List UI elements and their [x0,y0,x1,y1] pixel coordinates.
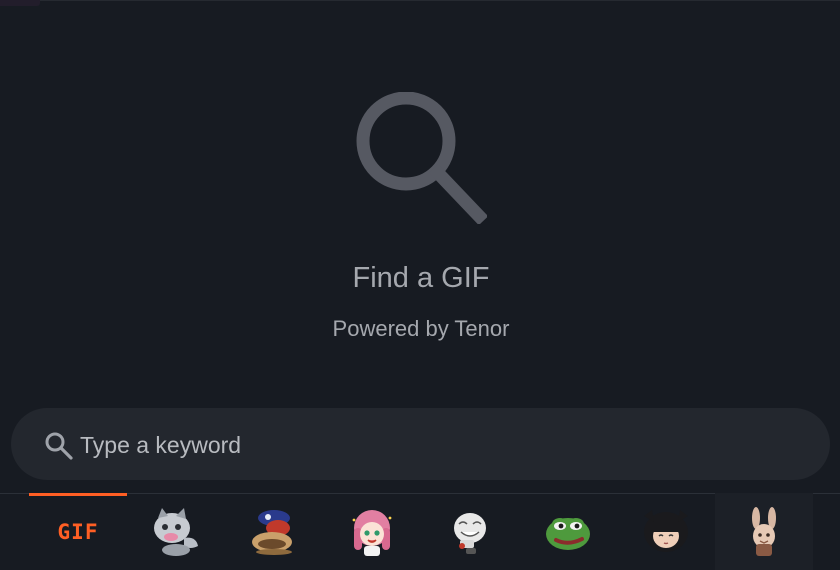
empty-state-subtitle: Powered by Tenor [332,316,510,341]
troll-face-sticker-icon [454,512,486,554]
sticker-cat-face[interactable] [127,493,225,570]
empty-state-title: Find a GIF [352,262,490,294]
sticker-anime-girl-dark-hair[interactable] [617,493,715,570]
gif-search-input[interactable] [78,422,802,468]
tab-gif[interactable]: GIF [29,493,127,570]
cat-sticker-icon [154,507,198,556]
search-icon [45,432,73,460]
pepe-frog-sticker-icon [546,517,590,550]
sticker-bunny-ears[interactable] [715,493,813,570]
category-tray: GIF [29,493,819,570]
dark-hair-girl-sticker-icon [644,509,688,552]
sticker-pepe-frog[interactable] [519,493,617,570]
sleeping-figure-sticker-icon [252,509,292,555]
gif-tab-label: GIF [57,519,99,544]
anime-girl-sticker-icon [352,509,392,556]
gif-search-bar[interactable] [11,408,830,480]
bunny-ears-sticker-icon [752,506,776,556]
sticker-sleeping-figure[interactable] [225,493,323,570]
sticker-troll-face[interactable] [421,493,519,570]
gif-empty-state: Find a GIF Powered by Tenor [0,0,840,400]
search-icon [356,92,487,224]
sticker-anime-girl-pink[interactable] [323,493,421,570]
